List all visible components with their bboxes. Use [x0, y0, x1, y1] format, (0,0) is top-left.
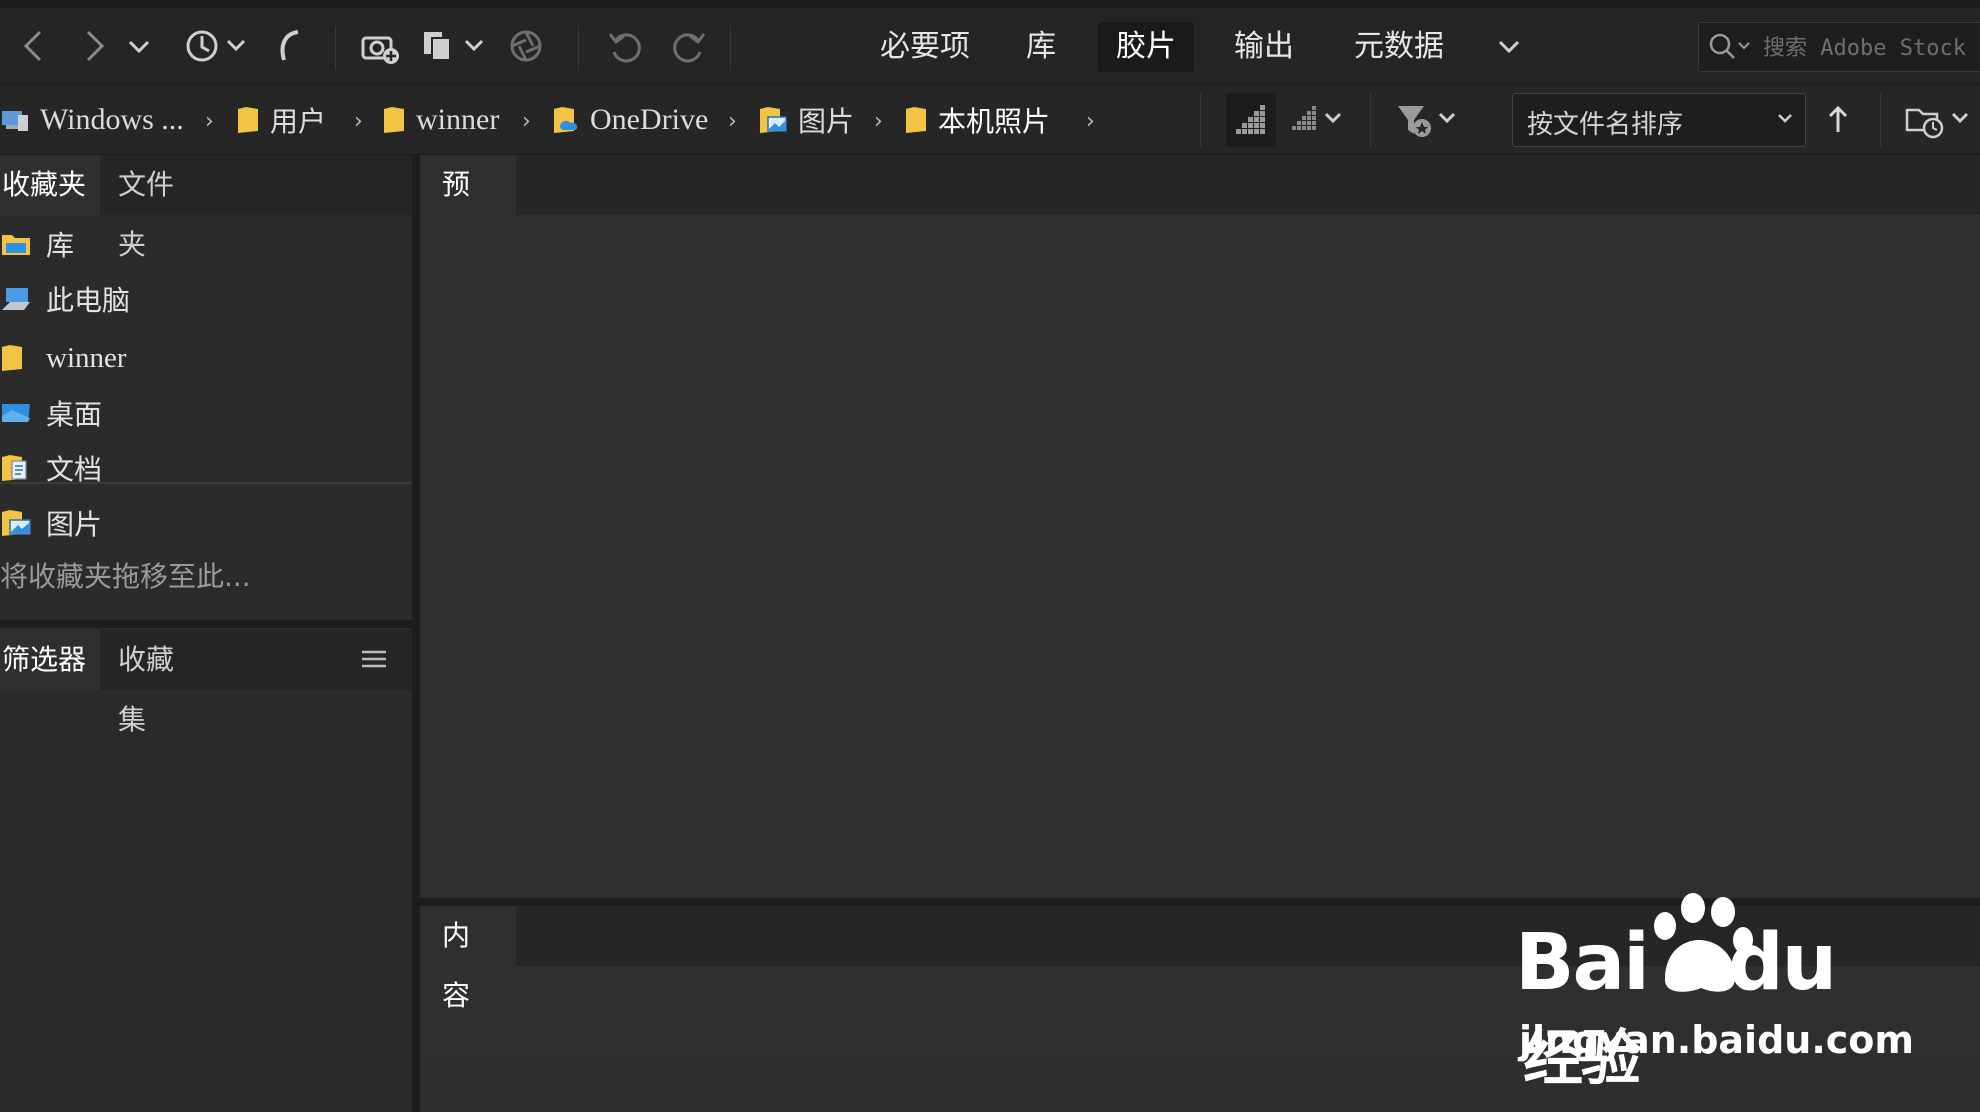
chevron-down-icon[interactable]	[124, 22, 154, 70]
workspace-tab-filmstrip[interactable]: 胶片	[1098, 22, 1194, 72]
workspace-more-chevron-icon[interactable]	[1494, 22, 1524, 70]
pictures-folder-icon	[760, 107, 787, 133]
filter-panel-header: 筛选器 收藏集	[0, 630, 412, 736]
title-strip	[0, 0, 1980, 8]
breadcrumb-winner[interactable]: winner	[382, 97, 499, 143]
breadcrumb-label: 本机照片	[938, 105, 1051, 138]
favorites-panel-header: 收藏夹 文件夹	[0, 155, 412, 261]
breadcrumb-label: Windows ...	[40, 103, 184, 136]
breadcrumb-separator-icon: ›	[522, 109, 531, 134]
workspace-tab-essentials[interactable]: 必要项	[862, 22, 988, 72]
favorite-label: winner	[46, 341, 127, 374]
separator	[1370, 93, 1371, 147]
path-bar: Windows ... › 用户 › winner › OneDrive › 图…	[0, 85, 1980, 155]
breadcrumb-separator-icon: ›	[354, 109, 363, 134]
computer-icon	[2, 111, 28, 131]
breadcrumb-pictures[interactable]: 图片	[758, 97, 854, 143]
sort-dropdown[interactable]: 按文件名排序	[1512, 93, 1806, 147]
documents-folder-icon	[0, 448, 38, 488]
favorite-item-desktop[interactable]: 桌面	[0, 386, 412, 440]
tab-content[interactable]: 内容	[420, 906, 516, 1012]
vertical-splitter[interactable]	[412, 155, 420, 1112]
favorite-item-pictures[interactable]: 图片	[0, 496, 412, 550]
back-icon[interactable]	[14, 22, 54, 70]
favorite-label: 图片	[46, 508, 103, 541]
favorite-item-winner[interactable]: winner	[0, 331, 412, 385]
folder-icon	[906, 107, 926, 133]
watermark-brand: Bai du经验	[1515, 918, 1895, 1098]
thumbnail-quality-icon	[1236, 105, 1265, 134]
library-folder-icon	[0, 224, 38, 264]
top-toolbar: 必要项 库 胶片 输出 元数据	[0, 0, 1980, 85]
rotate-right-icon[interactable]	[666, 22, 710, 70]
workspace-tab-metadata[interactable]: 元数据	[1336, 22, 1462, 72]
search-icon	[1707, 31, 1755, 67]
workspace-tab-library[interactable]: 库	[1008, 22, 1074, 72]
separator	[335, 26, 336, 70]
forward-icon[interactable]	[74, 22, 114, 70]
watermark-url: jingyan.baidu.com	[1519, 1018, 1914, 1062]
separator	[730, 26, 731, 70]
breadcrumb-separator-icon: ›	[205, 109, 214, 134]
user-folder-icon	[0, 338, 38, 378]
desktop-icon	[0, 393, 38, 433]
breadcrumb-separator-icon: ›	[874, 109, 883, 134]
chevron-down-icon	[1775, 108, 1795, 132]
recent-history-icon[interactable]	[180, 22, 250, 70]
filter-star-icon[interactable]	[1394, 93, 1462, 147]
tab-favorites[interactable]: 收藏夹	[0, 155, 100, 215]
favorite-label: 库	[46, 229, 75, 262]
rotate-left-icon[interactable]	[604, 22, 648, 70]
breadcrumb-label: winner	[416, 103, 500, 136]
breadcrumb-separator-icon: ›	[728, 109, 737, 134]
panel-menu-icon[interactable]	[360, 646, 388, 678]
computer-icon	[0, 279, 38, 319]
favorite-label: 桌面	[46, 398, 103, 431]
breadcrumb-label: OneDrive	[590, 103, 709, 136]
breadcrumb-local-photos[interactable]: 本机照片	[904, 97, 1050, 143]
tab-filter[interactable]: 筛选器	[0, 630, 100, 690]
quality-toggle-button[interactable]	[1226, 93, 1276, 147]
favorite-item-documents[interactable]: 文档	[0, 441, 412, 495]
breadcrumb-users[interactable]: 用户	[236, 97, 326, 143]
separator	[1880, 93, 1881, 147]
favorite-label: 文档	[46, 453, 103, 486]
favorite-label: 此电脑	[46, 284, 131, 317]
tab-folders[interactable]: 文件夹	[100, 155, 218, 261]
left-panel: 收藏夹 文件夹 库 此电脑 winner 桌面 文档 图片 将收藏夹拖移至此..…	[0, 155, 412, 1112]
breadcrumb-more-icon[interactable]: ›	[1086, 109, 1095, 134]
breadcrumb-onedrive[interactable]: OneDrive	[552, 97, 708, 143]
tab-preview[interactable]: 预览	[420, 155, 516, 261]
recent-files-icon[interactable]	[1900, 93, 1976, 147]
panel-splitter[interactable]	[0, 620, 412, 628]
search-box[interactable]	[1698, 22, 1980, 72]
watermark-bai: Bai	[1515, 918, 1650, 1008]
separator	[1200, 93, 1201, 147]
onedrive-folder-icon	[554, 107, 578, 133]
sort-label: 按文件名排序	[1527, 110, 1684, 140]
watermark-du: du	[1727, 918, 1837, 1008]
tab-collections[interactable]: 收藏集	[100, 630, 218, 736]
breadcrumb-label: 用户	[270, 105, 327, 138]
favorite-item-library[interactable]: 库	[0, 217, 412, 271]
boomerang-icon[interactable]	[270, 22, 310, 70]
camera-import-icon[interactable]	[358, 22, 402, 70]
separator	[578, 26, 579, 70]
sort-ascending-arrow-icon[interactable]	[1820, 93, 1856, 147]
favorite-item-this-pc[interactable]: 此电脑	[0, 272, 412, 326]
quality-options-icon[interactable]	[1286, 93, 1348, 147]
preview-panel-header: 预览	[420, 155, 1980, 261]
favorites-drop-hint: 将收藏夹拖移至此...	[0, 560, 251, 593]
workspace-tab-output[interactable]: 输出	[1216, 22, 1312, 72]
breadcrumb-windows[interactable]: Windows ...	[0, 97, 184, 143]
search-input[interactable]	[1761, 29, 1980, 67]
copy-files-icon[interactable]	[418, 22, 488, 70]
refine-icon[interactable]	[506, 22, 546, 70]
pictures-folder-icon	[0, 503, 38, 543]
folder-icon	[238, 107, 258, 133]
folder-icon	[384, 107, 404, 133]
baidu-jingyan-watermark: Bai du经验 jingyan.baidu.com	[1515, 893, 1914, 1094]
breadcrumb-label: 图片	[798, 105, 855, 138]
